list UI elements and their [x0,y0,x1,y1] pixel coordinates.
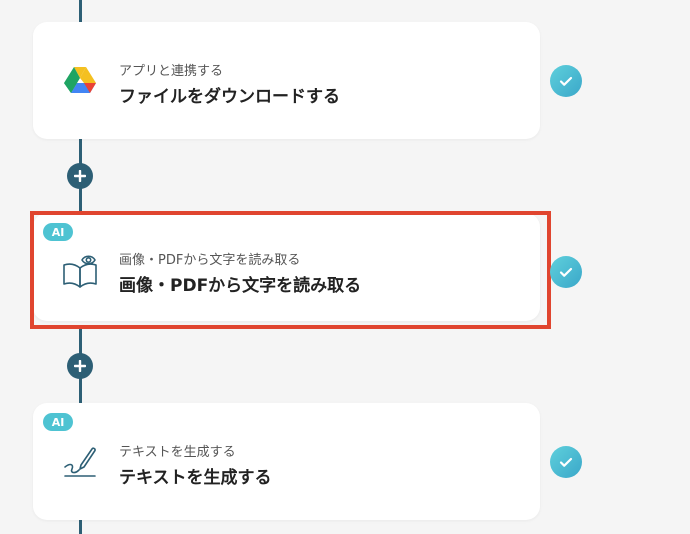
plus-icon [74,170,86,182]
checkmark-icon [559,267,573,277]
ai-badge: AI [43,413,73,431]
flow-connector-line [79,0,82,22]
add-step-button[interactable] [67,163,93,189]
flow-step-card[interactable]: アプリと連携する ファイルをダウンロードする [33,22,540,139]
flow-step-card[interactable]: AI テキストを生成する テキストを生成する [33,403,540,520]
step-status-check [550,256,582,288]
pen-write-icon [61,443,99,481]
plus-icon [74,360,86,372]
step-title: テキストを生成する [119,468,272,488]
add-step-button[interactable] [67,353,93,379]
flow-step-card[interactable]: AI 画像・PDFから文字を読み取る 画像・PDFから文字を読み取る [33,213,540,321]
checkmark-icon [559,76,573,86]
step-app-label: テキストを生成する [119,445,236,460]
step-status-check [550,65,582,97]
book-eye-icon [61,251,99,289]
step-app-label: 画像・PDFから文字を読み取る [119,253,301,268]
checkmark-icon [559,457,573,467]
step-app-label: アプリと連携する [119,64,224,79]
flow-connector-line [79,520,82,534]
step-title: ファイルをダウンロードする [119,87,340,107]
ai-badge: AI [43,223,73,241]
google-drive-icon [61,62,99,100]
step-status-check [550,446,582,478]
step-title: 画像・PDFから文字を読み取る [119,276,362,296]
